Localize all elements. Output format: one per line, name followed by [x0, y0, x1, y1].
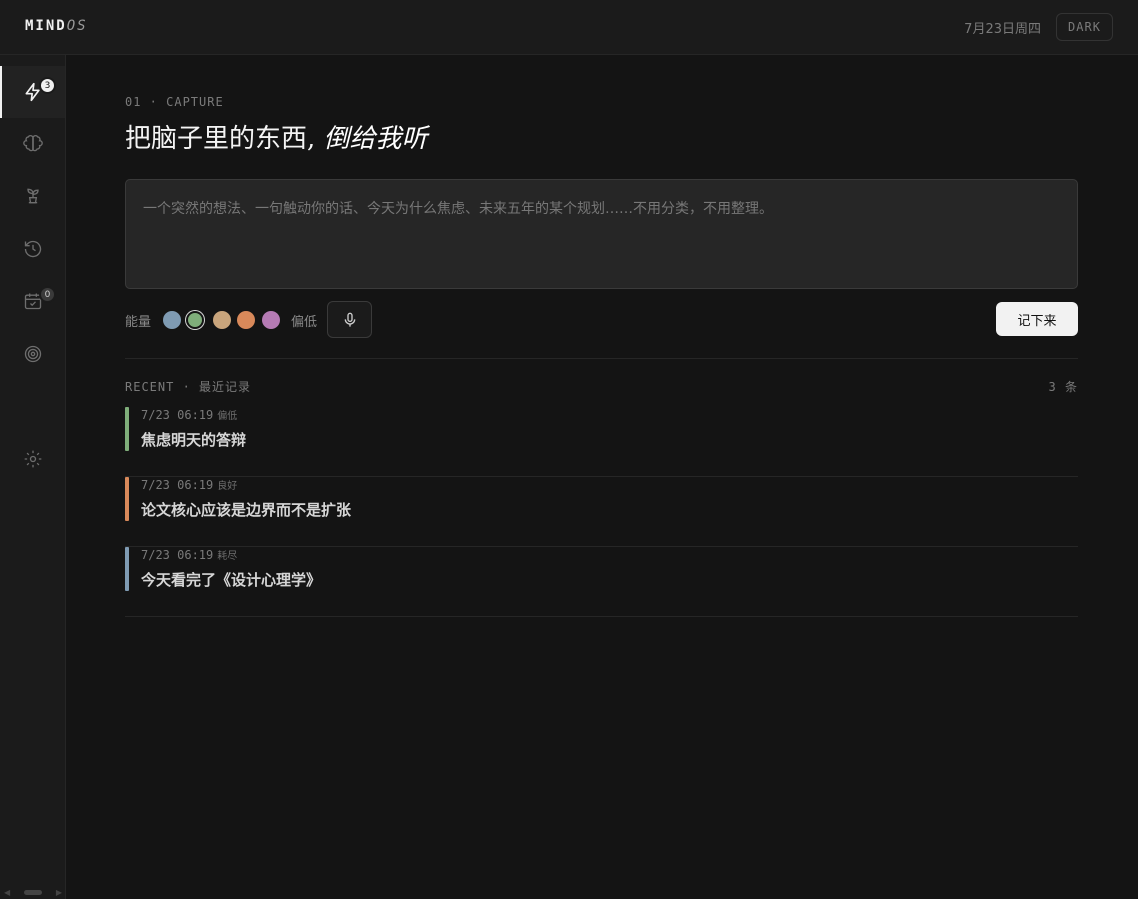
energy-dot-3[interactable] [213, 311, 231, 329]
title-italic: 倒给我听 [323, 124, 428, 154]
record-item[interactable]: 7/23 06:19 良好 论文核心应该是边界而不是扩张 [125, 477, 1078, 547]
save-button[interactable]: 记下来 [996, 302, 1078, 336]
record-meta: 7/23 06:19 偏低 [141, 407, 237, 422]
sidebar-item-settings[interactable] [0, 433, 65, 485]
sprout-icon [26, 188, 39, 204]
target-icon [24, 345, 41, 363]
capture-input[interactable]: 一个突然的想法、一句触动你的话、今天为什么焦虑、未来五年的某个规划……不用分类，… [125, 179, 1078, 289]
energy-bar [125, 547, 129, 591]
history-icon [24, 240, 41, 258]
scroll-right-icon[interactable]: ▶ [56, 888, 62, 897]
app-logo[interactable]: MINDOS [25, 18, 88, 34]
energy-label: 能量 [125, 315, 152, 330]
energy-bar [125, 477, 129, 521]
record-energy-tag: 耗尽 [217, 551, 238, 562]
title-plain: 把脑子里的东西, [125, 124, 316, 154]
recent-count: 3 条 [1048, 380, 1078, 394]
record-meta: 7/23 06:19 耗尽 [141, 547, 237, 562]
capture-count-badge: 3 [39, 77, 56, 94]
sidebar-item-brain[interactable] [0, 118, 65, 170]
logo-suffix: OS [66, 18, 88, 34]
capture-placeholder: 一个突然的想法、一句触动你的话、今天为什么焦虑、未来五年的某个规划……不用分类，… [143, 201, 773, 217]
sidebar-item-growth[interactable] [0, 170, 65, 222]
sidebar-item-goals[interactable] [0, 328, 65, 380]
sidebar-item-capture[interactable]: 3 [0, 66, 65, 118]
capture-section-label: 01 · CAPTURE [125, 95, 224, 109]
energy-dot-4[interactable] [237, 311, 255, 329]
record-text: 焦虑明天的答辩 [141, 431, 247, 449]
scroll-left-icon[interactable]: ◀ [4, 888, 10, 897]
energy-dot-1[interactable] [163, 311, 181, 329]
energy-bar [125, 407, 129, 451]
theme-toggle-button[interactable]: DARK [1056, 13, 1113, 41]
record-text: 今天看完了《设计心理学》 [141, 571, 322, 589]
energy-dot-2[interactable] [188, 313, 202, 327]
energy-dot-5[interactable] [262, 311, 280, 329]
recent-header: RECENT · 最近记录 3 条 [125, 378, 1078, 395]
sidebar-item-calendar[interactable]: 0 [0, 275, 65, 327]
energy-state-label: 偏低 [291, 315, 318, 330]
record-time: 7/23 06:19 [141, 478, 214, 492]
record-time: 7/23 06:19 [141, 408, 214, 422]
gear-icon [24, 450, 41, 468]
top-bar: MINDOS 7月23日周四 DARK [0, 0, 1138, 55]
microphone-icon [344, 312, 355, 327]
section-divider [125, 358, 1078, 359]
recent-title: RECENT · 最近记录 [125, 380, 252, 394]
record-meta: 7/23 06:19 良好 [141, 477, 237, 492]
sidebar-item-history[interactable] [0, 223, 65, 275]
logo-main: MIND [25, 18, 67, 34]
record-item[interactable]: 7/23 06:19 偏低 焦虑明天的答辩 [125, 407, 1078, 477]
record-text: 论文核心应该是边界而不是扩张 [141, 501, 352, 519]
calendar-count-badge: 0 [39, 286, 56, 303]
record-item[interactable]: 7/23 06:19 耗尽 今天看完了《设计心理学》 [125, 547, 1078, 617]
header-date: 7月23日周四 [964, 22, 1041, 37]
page-title: 把脑子里的东西, 倒给我听 [125, 118, 428, 155]
scroll-thumb[interactable] [24, 889, 42, 895]
record-energy-tag: 良好 [217, 481, 238, 492]
energy-selector: 能量 偏低 记下来 [125, 301, 1078, 338]
record-energy-tag: 偏低 [217, 411, 238, 422]
brain-icon [22, 135, 43, 152]
record-time: 7/23 06:19 [141, 548, 214, 562]
sidebar-scrollbar[interactable]: ◀ ▶ [0, 885, 66, 899]
voice-input-button[interactable] [327, 301, 372, 338]
sidebar: 3 0 ◀ ▶ [0, 55, 66, 899]
